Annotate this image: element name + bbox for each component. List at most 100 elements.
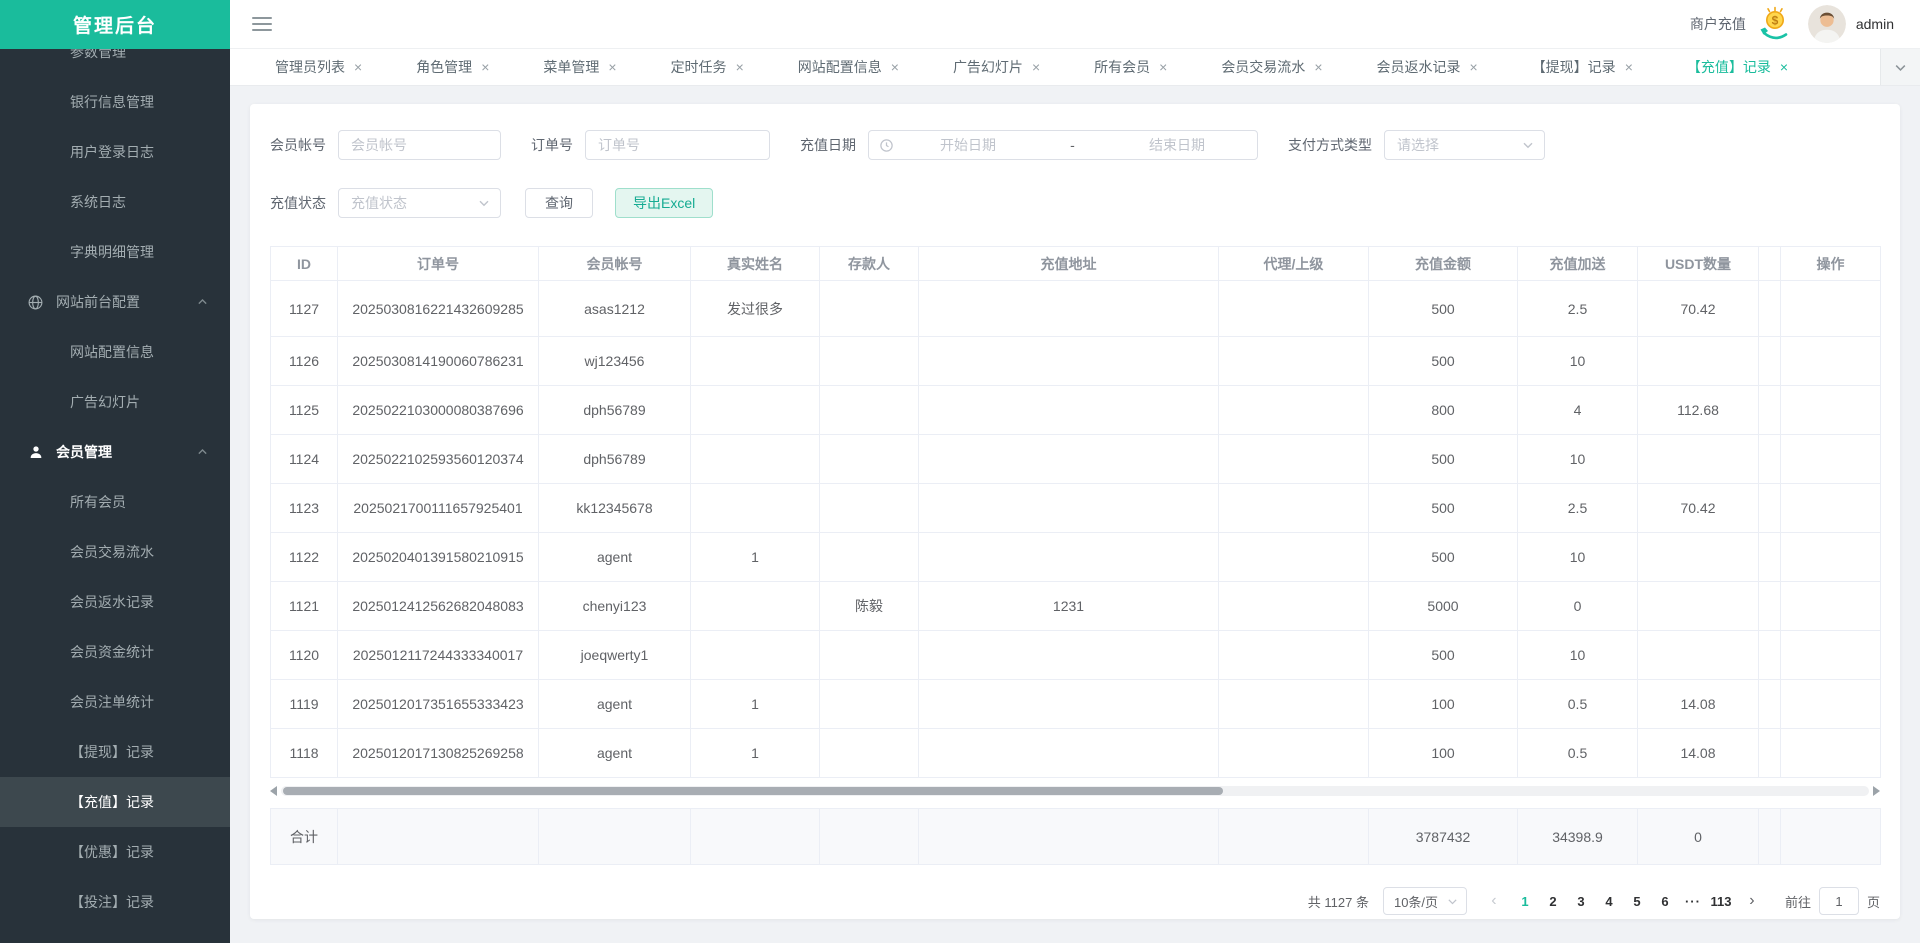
page-number[interactable]: 6 [1651, 894, 1679, 909]
sidebar-item[interactable]: 会员管理 [0, 427, 230, 477]
filter-row-1: 会员帐号 订单号 充值日期 - [270, 130, 1880, 160]
table-cell: 2025030816221432609285 [338, 281, 539, 337]
coin-hand-icon[interactable]: $ [1756, 6, 1794, 42]
tab-item[interactable]: 会员交易流水× [1194, 49, 1349, 85]
scrollbar-thumb[interactable] [283, 787, 1223, 795]
table-cell: 2.5 [1518, 484, 1638, 533]
page-number[interactable]: 5 [1623, 894, 1651, 909]
page-number[interactable]: 3 [1567, 894, 1595, 909]
scroll-left-arrow-icon[interactable] [270, 786, 277, 796]
page-number[interactable]: 2 [1539, 894, 1567, 909]
table-cell [1219, 484, 1369, 533]
table-cell [820, 680, 919, 729]
close-tab-icon[interactable]: × [1780, 60, 1788, 74]
sidebar-item-label: 会员交易流水 [70, 542, 154, 562]
table-cell [919, 484, 1219, 533]
sidebar-item[interactable]: 【充值】记录 [0, 777, 230, 827]
date-start-input[interactable] [898, 137, 1038, 153]
column-header: 充值加送 [1518, 247, 1638, 281]
scrollbar-track[interactable] [281, 786, 1869, 796]
sidebar-item-label: 系统日志 [70, 192, 126, 212]
next-page-icon[interactable]: › [1741, 892, 1763, 910]
sidebar-item-label: 字典明细管理 [70, 242, 154, 262]
sidebar-item[interactable]: 广告幻灯片 [0, 377, 230, 427]
table-cell: chenyi123 [539, 582, 691, 631]
sidebar-item[interactable]: 用户登录日志 [0, 127, 230, 177]
clock-icon [879, 138, 894, 153]
sidebar-item[interactable]: 会员交易流水 [0, 527, 230, 577]
date-range-picker[interactable]: - [868, 130, 1258, 160]
summary-cell [539, 809, 691, 865]
tab-item[interactable]: 【提现】记录 × [1505, 49, 1660, 85]
scroll-right-arrow-icon[interactable] [1873, 786, 1880, 796]
sidebar-item[interactable]: 会员资金统计 [0, 627, 230, 677]
close-tab-icon[interactable]: × [481, 60, 489, 74]
sidebar-item[interactable]: 会员注单统计 [0, 677, 230, 727]
close-tab-icon[interactable]: × [1625, 60, 1633, 74]
sidebar-item[interactable]: 银行信息管理 [0, 77, 230, 127]
close-tab-icon[interactable]: × [891, 60, 899, 74]
close-tab-icon[interactable]: × [608, 60, 616, 74]
tab-item[interactable]: 定时任务× [644, 49, 771, 85]
tab-item[interactable]: 菜单管理× [516, 49, 643, 85]
user-avatar[interactable] [1808, 5, 1846, 43]
page-number[interactable]: 4 [1595, 894, 1623, 909]
order-input[interactable] [585, 130, 770, 160]
tab-item[interactable]: 所有会员× [1067, 49, 1194, 85]
status-select[interactable]: 充值状态 [338, 188, 501, 218]
tab-list-dropdown[interactable] [1880, 49, 1920, 85]
pages-ellipsis[interactable]: ··· [1679, 894, 1707, 909]
jump-page-input[interactable] [1819, 887, 1859, 915]
tab-item[interactable]: 网站配置信息× [771, 49, 926, 85]
table-cell: 800 [1369, 386, 1518, 435]
page-number[interactable]: 1 [1511, 894, 1539, 909]
close-tab-icon[interactable]: × [354, 60, 362, 74]
sidebar-item-label: 广告幻灯片 [70, 392, 140, 412]
column-header: 会员帐号 [539, 247, 691, 281]
sidebar-item[interactable]: 所有会员 [0, 477, 230, 527]
search-button[interactable]: 查询 [525, 188, 593, 218]
sidebar-item[interactable]: 字典明细管理 [0, 227, 230, 277]
tab-label: 【提现】记录 [1532, 57, 1616, 77]
sidebar-item[interactable]: 参数管理 [0, 49, 230, 77]
app-logo: 管理后台 [0, 0, 230, 49]
date-end-input[interactable] [1107, 137, 1247, 153]
summary-cell [820, 809, 919, 865]
username-label[interactable]: admin [1856, 16, 1894, 32]
account-input[interactable] [338, 130, 501, 160]
table-cell [1219, 729, 1369, 778]
table-cell: 2025012117244333340017 [338, 631, 539, 680]
tab-item[interactable]: 管理员列表× [248, 49, 389, 85]
page-size-select[interactable]: 10条/页 [1383, 887, 1467, 915]
export-excel-button[interactable]: 导出Excel [615, 188, 713, 218]
sidebar-item[interactable]: 网站前台配置 [0, 277, 230, 327]
tab-item[interactable]: 会员返水记录× [1350, 49, 1505, 85]
sidebar-item[interactable]: 【优惠】记录 [0, 827, 230, 877]
close-tab-icon[interactable]: × [736, 60, 744, 74]
sidebar-item[interactable]: 网站配置信息 [0, 327, 230, 377]
page-number[interactable]: 113 [1707, 894, 1735, 909]
table-cell [820, 631, 919, 680]
summary-cell: 0 [1638, 809, 1759, 865]
sidebar-item[interactable]: 系统日志 [0, 177, 230, 227]
page-numbers: 123456···113 [1511, 894, 1735, 909]
svg-text:$: $ [1772, 13, 1779, 27]
pay-type-select[interactable]: 请选择 [1384, 130, 1545, 160]
sidebar-item[interactable]: 【投注】记录 [0, 877, 230, 927]
table-cell: 10 [1518, 435, 1638, 484]
close-tab-icon[interactable]: × [1032, 60, 1040, 74]
tab-item[interactable]: 【充值】记录× [1660, 49, 1815, 85]
tab-item[interactable]: 角色管理× [389, 49, 516, 85]
close-tab-icon[interactable]: × [1159, 60, 1167, 74]
prev-page-icon[interactable]: ‹ [1483, 892, 1505, 910]
close-tab-icon[interactable]: × [1470, 60, 1478, 74]
merchant-recharge-link[interactable]: 商户充值 [1690, 14, 1746, 34]
table-cell: 100 [1369, 680, 1518, 729]
table-cell [1759, 484, 1781, 533]
sidebar-item[interactable]: 【提现】记录 [0, 727, 230, 777]
column-header: USDT数量 [1638, 247, 1759, 281]
sidebar-item[interactable]: 会员返水记录 [0, 577, 230, 627]
menu-toggle-icon[interactable] [252, 17, 272, 31]
tab-item[interactable]: 广告幻灯片× [926, 49, 1067, 85]
close-tab-icon[interactable]: × [1314, 60, 1322, 74]
